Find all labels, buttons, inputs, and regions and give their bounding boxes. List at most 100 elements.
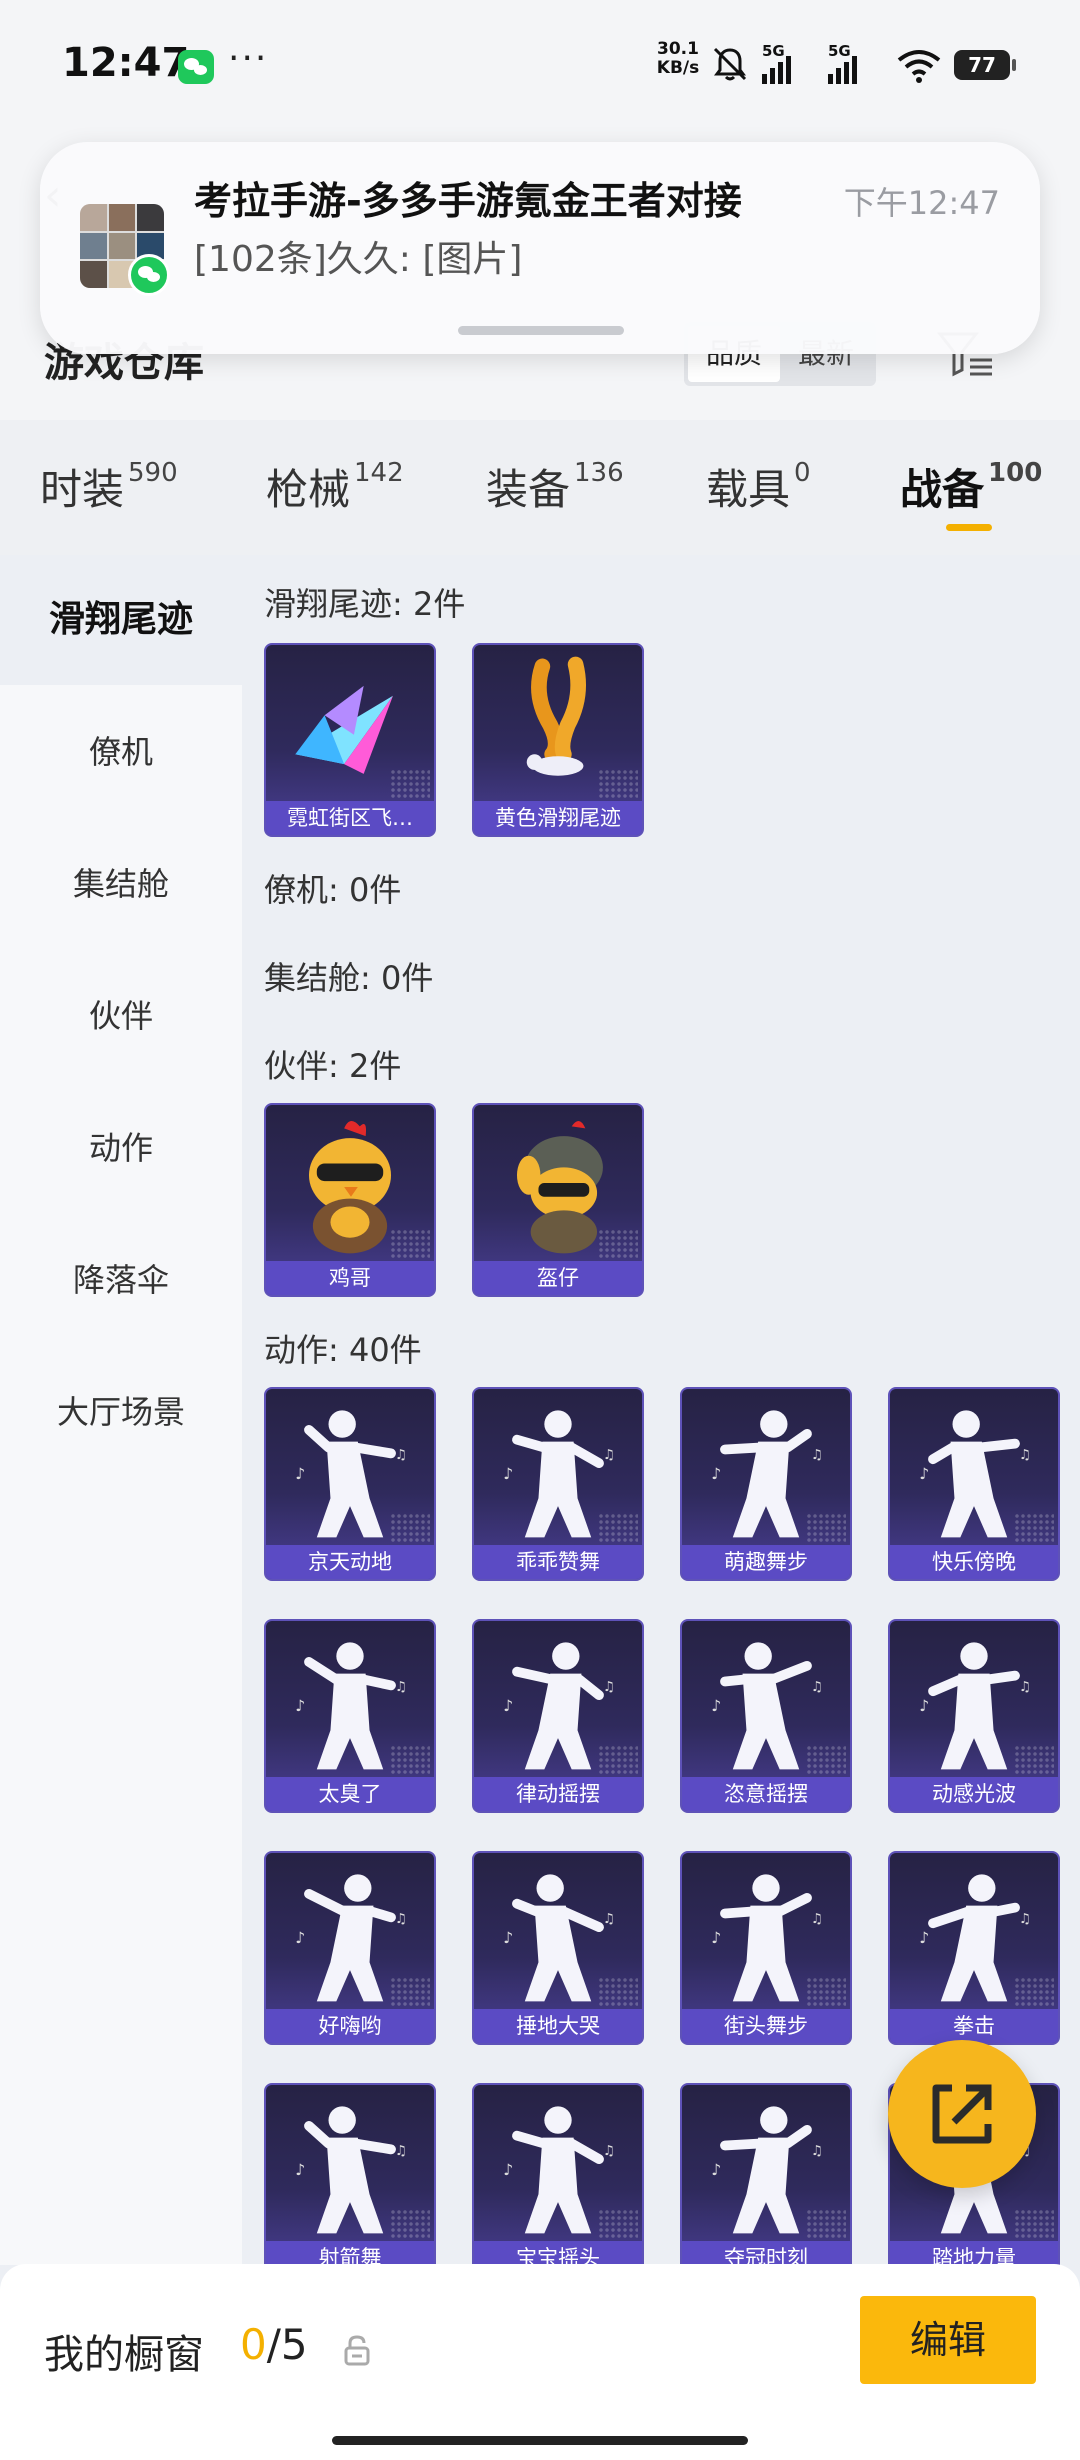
wechat-notification-icon bbox=[178, 50, 214, 84]
tab-firearms[interactable]: 枪械 142 bbox=[266, 456, 404, 517]
emote-card[interactable]: ♪ ♫ 街头舞步 bbox=[680, 1851, 852, 2045]
card-pattern bbox=[598, 1977, 638, 2007]
speed-unit: KB/s bbox=[656, 58, 700, 78]
sidebar-item-partner[interactable]: 伙伴 bbox=[0, 951, 242, 1081]
emote-card[interactable]: ♪ ♫ 恣意摇摆 bbox=[680, 1619, 852, 1813]
card-pattern bbox=[390, 2209, 430, 2239]
item-name: 快乐傍晚 bbox=[890, 1545, 1058, 1579]
signal-1-icon bbox=[762, 56, 791, 84]
tab-vehicles[interactable]: 载具 0 bbox=[706, 456, 811, 517]
svg-text:♫: ♫ bbox=[811, 2143, 823, 2159]
item-name: 律动摇摆 bbox=[474, 1777, 642, 1811]
emote-card[interactable]: ♪ ♫ 捶地大哭 bbox=[472, 1851, 644, 2045]
tab-battle-gear[interactable]: 战备 100 bbox=[900, 456, 1042, 517]
home-indicator[interactable] bbox=[332, 2436, 748, 2445]
item-name: 京天动地 bbox=[266, 1545, 434, 1579]
svg-text:♫: ♫ bbox=[395, 1679, 407, 1695]
mute-bell-icon bbox=[713, 47, 747, 81]
card-pattern bbox=[806, 2209, 846, 2239]
card-pattern bbox=[390, 1513, 430, 1543]
tab-equipment[interactable]: 装备 136 bbox=[486, 456, 624, 517]
svg-text:♫: ♫ bbox=[811, 1679, 823, 1695]
notification-title: 考拉手游-多多手游氪金王者对接 bbox=[194, 179, 742, 223]
status-bar: 12:47 ··· 30.1 KB/s 5G 5G 77 bbox=[0, 0, 1080, 130]
more-notifications-icon: ··· bbox=[228, 38, 269, 79]
speed-value: 30.1 bbox=[657, 39, 699, 59]
emote-card[interactable]: ♪ ♫ 京天动地 bbox=[264, 1387, 436, 1581]
emote-card[interactable]: ♪ ♫ 动感光波 bbox=[888, 1619, 1060, 1813]
emote-card[interactable]: ♪ ♫ 乖乖赞舞 bbox=[472, 1387, 644, 1581]
item-name: 街头舞步 bbox=[682, 2009, 850, 2043]
sidebar-item-emote[interactable]: 动作 bbox=[0, 1083, 242, 1213]
section-title-wingman: 僚机: 0件 bbox=[264, 871, 402, 909]
card-pattern bbox=[390, 769, 430, 799]
sidebar-item-wingman[interactable]: 僚机 bbox=[0, 687, 242, 817]
card-pattern bbox=[1014, 1513, 1054, 1543]
svg-text:♪: ♪ bbox=[919, 1697, 929, 1715]
item-grid-area[interactable]: 滑翔尾迹: 2件 霓虹街区飞… 黄色滑翔尾迹 僚机: 0件 集结舱: 0件 伙伴… bbox=[242, 555, 1080, 2265]
svg-text:♪: ♪ bbox=[919, 1929, 929, 1947]
sidebar-item-assembly-pod[interactable]: 集结舱 bbox=[0, 819, 242, 949]
emote-card[interactable]: ♪ ♫ 射箭舞 bbox=[264, 2083, 436, 2265]
svg-text:♫: ♫ bbox=[1019, 1679, 1031, 1695]
card-pattern bbox=[806, 1513, 846, 1543]
svg-text:♫: ♫ bbox=[395, 1447, 407, 1463]
chat-notification[interactable]: 考拉手游-多多手游氪金王者对接 下午12:47 [102条]久久: [图片] bbox=[40, 142, 1040, 354]
card-pattern bbox=[598, 1745, 638, 1775]
svg-text:♫: ♫ bbox=[811, 1447, 823, 1463]
item-name: 捶地大哭 bbox=[474, 2009, 642, 2043]
item-card[interactable]: 霓虹街区飞… bbox=[264, 643, 436, 837]
sidebar-item-glide-trail[interactable]: 滑翔尾迹 bbox=[0, 555, 242, 685]
svg-text:♪: ♪ bbox=[295, 1697, 305, 1715]
category-tabs: 时装 590 枪械 142 装备 136 载具 0 战备 100 bbox=[0, 420, 1080, 555]
svg-text:♪: ♪ bbox=[503, 1697, 513, 1715]
emote-card[interactable]: ♪ ♫ 宝宝摇头 bbox=[472, 2083, 644, 2265]
emote-card[interactable]: ♪ ♫ 拳击 bbox=[888, 1851, 1060, 2045]
tab-fashion[interactable]: 时装 590 bbox=[40, 456, 178, 517]
card-pattern bbox=[598, 1229, 638, 1259]
item-name: 萌趣舞步 bbox=[682, 1545, 850, 1579]
item-name: 射箭舞 bbox=[266, 2241, 434, 2265]
showcase-count: 0/5 bbox=[240, 2320, 308, 2369]
tab-count: 0 bbox=[794, 458, 811, 488]
emote-card[interactable]: ♪ ♫ 好嗨哟 bbox=[264, 1851, 436, 2045]
card-pattern bbox=[598, 1513, 638, 1543]
emote-card[interactable]: ♪ ♫ 律动摇摆 bbox=[472, 1619, 644, 1813]
svg-text:♪: ♪ bbox=[503, 2161, 513, 2179]
item-card[interactable]: 黄色滑翔尾迹 bbox=[472, 643, 644, 837]
share-button[interactable] bbox=[888, 2040, 1036, 2188]
emote-card[interactable]: ♪ ♫ 萌趣舞步 bbox=[680, 1387, 852, 1581]
svg-text:♪: ♪ bbox=[503, 1465, 513, 1483]
svg-text:♫: ♫ bbox=[603, 1679, 615, 1695]
edit-button[interactable]: 编辑 bbox=[860, 2296, 1036, 2384]
showcase-used: 0 bbox=[240, 2320, 267, 2369]
svg-text:♪: ♪ bbox=[295, 2161, 305, 2179]
sidebar-item-lobby-scene[interactable]: 大厅场景 bbox=[0, 1347, 242, 1477]
card-pattern bbox=[1014, 1977, 1054, 2007]
notification-time: 下午12:47 bbox=[843, 184, 1000, 222]
battery-icon: 77 bbox=[954, 50, 1016, 80]
tab-count: 142 bbox=[354, 458, 404, 488]
item-name: 宝宝摇头 bbox=[474, 2241, 642, 2265]
tab-label: 时装 bbox=[40, 465, 125, 514]
tab-label: 装备 bbox=[486, 465, 571, 514]
item-name: 太臭了 bbox=[266, 1777, 434, 1811]
item-name: 踏地力量 bbox=[890, 2241, 1058, 2265]
emote-card[interactable]: ♪ ♫ 快乐傍晚 bbox=[888, 1387, 1060, 1581]
notification-drag-handle[interactable] bbox=[458, 326, 624, 335]
card-pattern bbox=[1014, 1745, 1054, 1775]
svg-text:♪: ♪ bbox=[919, 1465, 929, 1483]
emote-card[interactable]: ♪ ♫ 夺冠时刻 bbox=[680, 2083, 852, 2265]
section-title-emote: 动作: 40件 bbox=[264, 1331, 422, 1369]
svg-text:♫: ♫ bbox=[603, 2143, 615, 2159]
tab-label: 载具 bbox=[706, 465, 791, 514]
card-pattern bbox=[598, 2209, 638, 2239]
item-name: 乖乖赞舞 bbox=[474, 1545, 642, 1579]
emote-card[interactable]: ♪ ♫ 太臭了 bbox=[264, 1619, 436, 1813]
svg-text:♪: ♪ bbox=[295, 1929, 305, 1947]
sidebar-item-parachute[interactable]: 降落伞 bbox=[0, 1215, 242, 1345]
item-card[interactable]: 鸡哥 bbox=[264, 1103, 436, 1297]
wifi-icon bbox=[897, 50, 941, 83]
item-card[interactable]: 盔仔 bbox=[472, 1103, 644, 1297]
svg-text:♫: ♫ bbox=[395, 2143, 407, 2159]
